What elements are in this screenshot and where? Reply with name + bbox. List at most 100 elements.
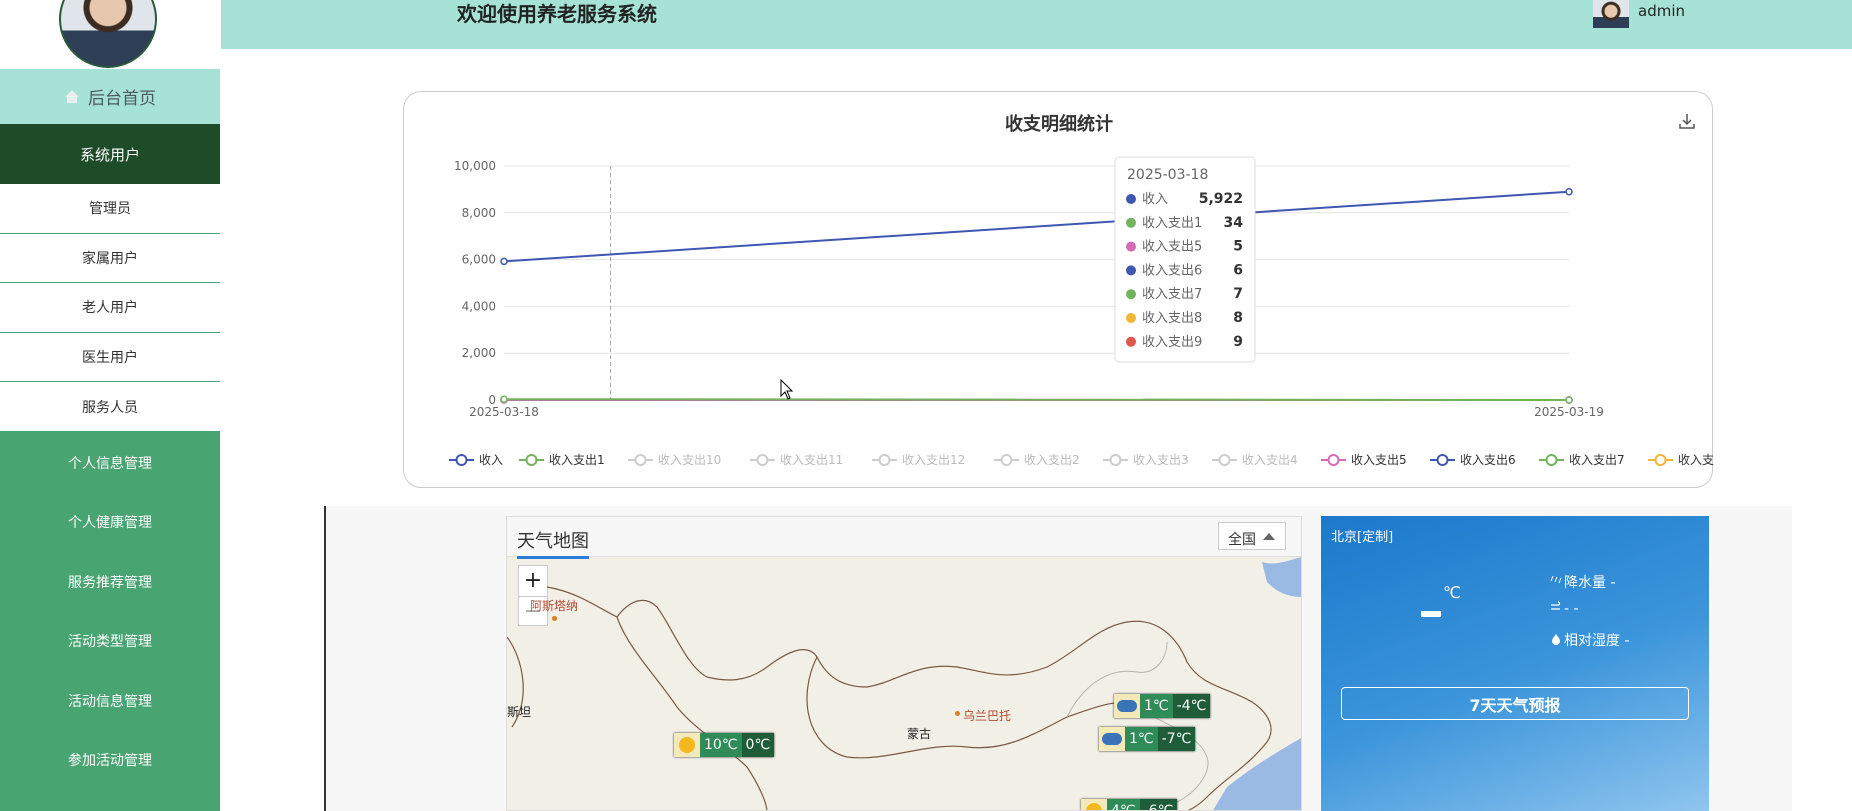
weather-map[interactable]: 天气地图 全国 + − 阿斯塔纳 乌兰巴托 斯坦 蒙古 10℃ 0℃ 1℃ -4…	[506, 516, 1302, 811]
city-label-ulaanbaatar[interactable]: 乌兰巴托	[963, 707, 1011, 724]
weather-tag-high: 4℃	[1107, 799, 1140, 810]
weather-tag-high: 1℃	[1140, 694, 1173, 718]
sidebar-item-family-user[interactable]: 家属用户	[0, 233, 220, 284]
tooltip-box	[1114, 156, 1256, 363]
weather-city[interactable]: 北京[定制]	[1331, 526, 1393, 545]
y-tick-label: 8,000	[462, 206, 496, 220]
top-header: 欢迎使用养老服务系统 admin	[221, 0, 1852, 49]
sidebar-item-admin[interactable]: 管理员	[0, 184, 220, 234]
username[interactable]: admin	[1638, 2, 1685, 20]
legend-marker	[1327, 454, 1340, 466]
region-select[interactable]: 全国	[1218, 522, 1286, 550]
home-icon	[64, 90, 80, 103]
wind-text: - -	[1564, 601, 1579, 617]
tooltip-series-name: 收入支出7	[1142, 287, 1202, 302]
weather-tag[interactable]: 10℃ 0℃	[674, 733, 775, 757]
humidity-icon	[1550, 633, 1562, 645]
page-title: 欢迎使用养老服务系统	[457, 2, 657, 26]
legend-marker	[1436, 454, 1449, 466]
city-label-astana[interactable]: 阿斯塔纳	[530, 597, 578, 614]
tooltip-marker	[1126, 217, 1136, 228]
sidebar-item-doctor-user[interactable]: 医生用户	[0, 332, 220, 383]
line-chart[interactable]: 02,0004,0006,0008,00010,0002025-03-18 202…	[404, 92, 1714, 489]
data-point	[1565, 396, 1573, 404]
place-label-stan: 斯坦	[507, 705, 532, 719]
legend-marker	[455, 454, 468, 466]
sidebar-submenu: 管理员 家属用户 老人用户 医生用户 服务人员	[0, 184, 220, 432]
sun-icon	[674, 733, 700, 757]
x-tick-label: 2025-03-18	[469, 405, 539, 419]
legend-item: 收入支出4	[1242, 453, 1298, 467]
series-line	[503, 190, 1570, 263]
weather-tag-low: -4℃	[1172, 694, 1211, 718]
tooltip-series-name: 收入支出9	[1142, 335, 1202, 350]
cloud-icon	[1099, 727, 1125, 751]
y-tick-label: 4,000	[462, 299, 496, 313]
legend-item: 收入支出11	[780, 453, 843, 467]
rain-text: 降水量 -	[1564, 575, 1616, 591]
tooltip-marker	[1126, 289, 1136, 300]
city-dot-astana	[552, 616, 557, 621]
series-line	[503, 398, 1570, 401]
weather-unit: ℃	[1443, 583, 1461, 602]
legend-item: 收入支出10	[658, 453, 721, 467]
weather-tag-low: 0℃	[741, 733, 775, 757]
sidebar-item-service-recommend[interactable]: 服务推荐管理	[0, 552, 220, 612]
tooltip-series-value: 8	[1233, 310, 1243, 326]
data-point	[500, 257, 508, 266]
mouse-cursor-icon	[780, 379, 794, 400]
sidebar-group-system-users[interactable]: 系统用户	[0, 124, 220, 184]
sidebar-item-activity-info[interactable]: 活动信息管理	[0, 671, 220, 731]
tooltip-marker	[1126, 241, 1136, 252]
data-point	[1565, 187, 1573, 196]
legend-item: 收入支出12	[902, 453, 965, 467]
tooltip-marker	[1126, 336, 1136, 347]
forecast-7day-button[interactable]: 7天天气预报	[1341, 687, 1689, 720]
sidebar-item-service-staff[interactable]: 服务人员	[0, 382, 220, 432]
y-tick-label: 10,000	[454, 159, 496, 173]
user-avatar[interactable]	[1593, 0, 1629, 28]
tooltip-marker	[1126, 265, 1136, 276]
legend-marker	[878, 454, 891, 466]
tooltip-series-value: 5	[1233, 239, 1243, 255]
avatar	[59, 0, 157, 68]
weather-tag-low: -7℃	[1157, 727, 1196, 751]
x-tick-label: 2025-03-19	[1534, 405, 1604, 419]
humidity-row: 相对湿度 -	[1550, 630, 1630, 650]
sidebar-item-activity-type[interactable]: 活动类型管理	[0, 612, 220, 672]
sidebar-item-personal-info[interactable]: 个人信息管理	[0, 433, 220, 493]
legend-marker	[756, 454, 769, 466]
tooltip-series-name: 收入支出5	[1142, 240, 1202, 255]
y-tick-label: 2,000	[462, 346, 496, 360]
cloud-icon	[1114, 694, 1140, 718]
tooltip-series-name: 收入支出1	[1142, 216, 1202, 231]
legend-item: 收入支出3	[1133, 453, 1189, 467]
legend-marker	[1218, 454, 1231, 466]
tooltip-series-value: 6	[1233, 262, 1243, 278]
weather-tag[interactable]: 1℃ -4℃	[1114, 694, 1211, 718]
tooltip-series-value: 7	[1233, 286, 1243, 302]
legend-item: 收入支出1	[549, 453, 605, 467]
legend-item: 收入支出8	[1678, 453, 1714, 467]
sidebar-home-label: 后台首页	[88, 89, 156, 109]
data-point	[500, 395, 508, 403]
wind-icon	[1550, 601, 1562, 613]
weather-map-title: 天气地图	[517, 527, 589, 559]
weather-tag[interactable]: 4℃ -6℃	[1081, 799, 1178, 810]
tooltip-series-name: 收入支出8	[1142, 311, 1202, 326]
sidebar-item-activity-participation[interactable]: 参加活动管理	[0, 731, 220, 791]
weather-temp	[1421, 611, 1441, 617]
sidebar-item-personal-health[interactable]: 个人健康管理	[0, 493, 220, 553]
weather-tag[interactable]: 1℃ -7℃	[1099, 727, 1196, 751]
legend-item: 收入支出6	[1460, 453, 1516, 467]
humidity-text: 相对湿度 -	[1564, 633, 1630, 649]
legend-marker	[1000, 454, 1013, 466]
tooltip-series-name: 收入支出6	[1142, 263, 1202, 278]
weather-tag-low: -6℃	[1139, 799, 1178, 810]
legend-marker	[525, 454, 538, 466]
sidebar-item-elder-user[interactable]: 老人用户	[0, 283, 220, 333]
legend-item: 收入支出5	[1351, 453, 1407, 467]
sidebar-home[interactable]: 后台首页	[0, 69, 220, 124]
legend-item: 收入支出7	[1569, 453, 1625, 467]
legend-marker	[634, 454, 647, 466]
